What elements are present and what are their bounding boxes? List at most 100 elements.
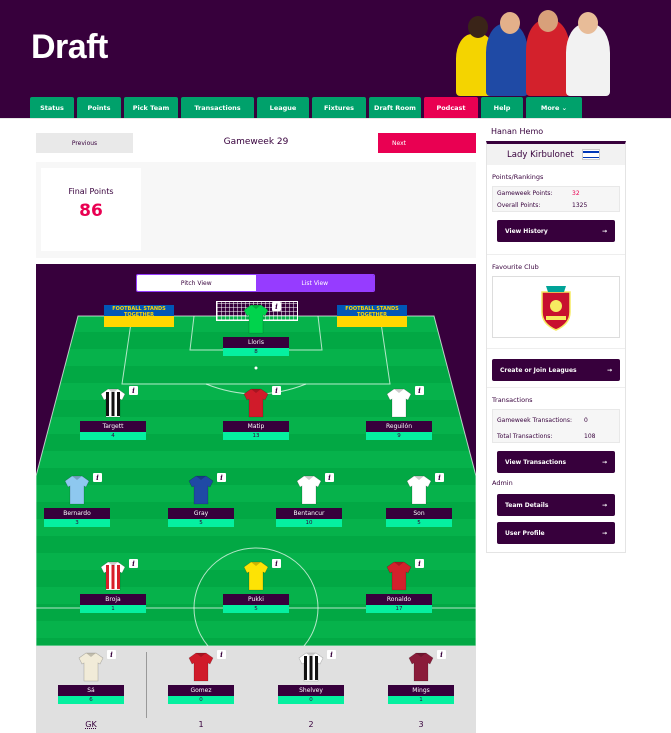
player-8[interactable]: i Son 5 bbox=[386, 473, 452, 527]
final-points-card: Final Points 86 bbox=[41, 168, 141, 251]
player-name: Ronaldo bbox=[366, 594, 432, 605]
info-icon[interactable]: i bbox=[327, 650, 336, 659]
info-icon[interactable]: i bbox=[107, 650, 116, 659]
info-icon[interactable]: i bbox=[437, 650, 446, 659]
site-header: Draft Status Points Pick Team Transactions L… bbox=[0, 0, 671, 118]
player-name: Gray bbox=[168, 508, 234, 519]
info-icon[interactable]: i bbox=[272, 302, 281, 311]
info-icon[interactable]: i bbox=[325, 473, 334, 482]
info-icon[interactable]: i bbox=[435, 473, 444, 482]
player-6[interactable]: i Gray 5 bbox=[168, 473, 234, 527]
nav-tab-fixtures[interactable]: Fixtures bbox=[312, 97, 366, 118]
points-table: Gameweek Points: 32 Overall Points: 1325 bbox=[492, 186, 620, 212]
gameweek-title: Gameweek 29 bbox=[223, 137, 289, 147]
final-points-label: Final Points bbox=[68, 187, 114, 196]
overall-points-label: Overall Points: bbox=[497, 201, 541, 209]
player-2[interactable]: i Targett 4 bbox=[80, 386, 146, 440]
banner-left: FOOTBALL STANDS TOGETHER bbox=[104, 305, 174, 327]
player-name: Sá bbox=[58, 685, 124, 696]
player-name: Pukki bbox=[223, 594, 289, 605]
info-icon[interactable]: i bbox=[272, 386, 281, 395]
create-join-leagues-button[interactable]: Create or Join Leagues → bbox=[492, 359, 620, 381]
arrow-right-icon: → bbox=[601, 458, 607, 466]
shirt-icon bbox=[298, 652, 324, 682]
player-points: 9 bbox=[366, 432, 432, 440]
player-11[interactable]: i Ronaldo 17 bbox=[366, 559, 432, 613]
header-players-image bbox=[438, 10, 624, 96]
sidebar: Hanan Hemo Lady Kirbulonet Points/Rankin… bbox=[486, 127, 626, 553]
team-header: Lady Kirbulonet bbox=[487, 144, 625, 165]
view-history-button[interactable]: View History → bbox=[497, 220, 615, 242]
player-5[interactable]: i Bernardo 3 bbox=[44, 473, 110, 527]
nav-tab-league[interactable]: League bbox=[257, 97, 309, 118]
shirt-icon bbox=[100, 388, 126, 418]
overall-points-value: 1325 bbox=[572, 201, 588, 209]
player-name: Broja bbox=[80, 594, 146, 605]
final-points-value: 86 bbox=[79, 201, 103, 221]
nav-tab-status[interactable]: Status bbox=[30, 97, 74, 118]
transactions-title: Transactions bbox=[492, 396, 533, 404]
info-icon[interactable]: i bbox=[415, 559, 424, 568]
arrow-right-icon: → bbox=[601, 529, 607, 537]
team-name: Lady Kirbulonet bbox=[507, 149, 574, 160]
info-icon[interactable]: i bbox=[129, 559, 138, 568]
shirt-icon bbox=[188, 652, 214, 682]
gw-points-label: Gameweek Points: bbox=[497, 189, 553, 197]
player-3[interactable]: i Matip 13 bbox=[223, 386, 289, 440]
nav-tab-more[interactable]: More ⌄ bbox=[526, 97, 582, 118]
flag-icon bbox=[581, 149, 600, 160]
player-points: 5 bbox=[223, 605, 289, 613]
gw-transactions-label: Gameweek Transactions: bbox=[497, 416, 573, 424]
player-name: Mings bbox=[388, 685, 454, 696]
nav-tab-transactions[interactable]: Transactions bbox=[181, 97, 254, 118]
user-profile-button[interactable]: User Profile → bbox=[497, 522, 615, 544]
favourite-club-title: Favourite Club bbox=[492, 263, 539, 271]
gw-points-value: 32 bbox=[572, 189, 580, 197]
player-name: Son bbox=[386, 508, 452, 519]
info-icon[interactable]: i bbox=[93, 473, 102, 482]
shirt-icon bbox=[100, 561, 126, 591]
manager-name: Hanan Hemo bbox=[491, 127, 544, 136]
bench-position-label: GK bbox=[85, 720, 97, 729]
view-transactions-button[interactable]: View Transactions → bbox=[497, 451, 615, 473]
player-name: Shelvey bbox=[278, 685, 344, 696]
view-toggle: Pitch View List View bbox=[136, 274, 375, 292]
bench-player-3[interactable]: i Shelvey 0 bbox=[278, 650, 344, 704]
info-icon[interactable]: i bbox=[272, 559, 281, 568]
arrow-right-icon: → bbox=[601, 227, 607, 235]
bench-player-2[interactable]: i Gomez 0 bbox=[168, 650, 234, 704]
info-icon[interactable]: i bbox=[129, 386, 138, 395]
player-10[interactable]: i Pukki 5 bbox=[223, 559, 289, 613]
player-points: 0 bbox=[168, 696, 234, 704]
pitch-view-tab[interactable]: Pitch View bbox=[137, 275, 256, 291]
bench-position-label: 1 bbox=[198, 720, 204, 729]
main-nav: Status Points Pick Team Transactions League F… bbox=[30, 97, 582, 118]
transactions-table: Gameweek Transactions: 0 Total Transactio… bbox=[492, 409, 620, 443]
bench-player-1[interactable]: i Sá 6 bbox=[58, 650, 124, 704]
player-1[interactable]: i Lloris 8 bbox=[223, 302, 289, 356]
player-name: Bentancur bbox=[276, 508, 342, 519]
nav-tab-podcast[interactable]: Podcast bbox=[424, 97, 478, 118]
nav-tab-pick-team[interactable]: Pick Team bbox=[124, 97, 178, 118]
nav-tab-points[interactable]: Points bbox=[77, 97, 121, 118]
list-view-tab[interactable]: List View bbox=[255, 275, 374, 291]
favourite-club-badge[interactable] bbox=[492, 276, 620, 338]
nav-tab-help[interactable]: Help bbox=[481, 97, 523, 118]
bench-player-4[interactable]: i Mings 1 bbox=[388, 650, 454, 704]
info-icon[interactable]: i bbox=[217, 650, 226, 659]
player-name: Reguilón bbox=[366, 421, 432, 432]
points-rankings-title: Points/Rankings bbox=[492, 173, 544, 181]
player-points: 10 bbox=[276, 519, 342, 527]
total-transactions-label: Total Transactions: bbox=[497, 432, 553, 440]
player-7[interactable]: i Bentancur 10 bbox=[276, 473, 342, 527]
info-icon[interactable]: i bbox=[415, 386, 424, 395]
next-button[interactable]: Next bbox=[378, 133, 476, 153]
brand-title[interactable]: Draft bbox=[31, 28, 108, 67]
previous-button[interactable]: Previous bbox=[36, 133, 133, 153]
player-9[interactable]: i Broja 1 bbox=[80, 559, 146, 613]
team-details-button[interactable]: Team Details → bbox=[497, 494, 615, 516]
nav-tab-draft-room[interactable]: Draft Room bbox=[369, 97, 421, 118]
info-icon[interactable]: i bbox=[217, 473, 226, 482]
total-transactions-value: 108 bbox=[584, 432, 596, 440]
player-4[interactable]: i Reguilón 9 bbox=[366, 386, 432, 440]
